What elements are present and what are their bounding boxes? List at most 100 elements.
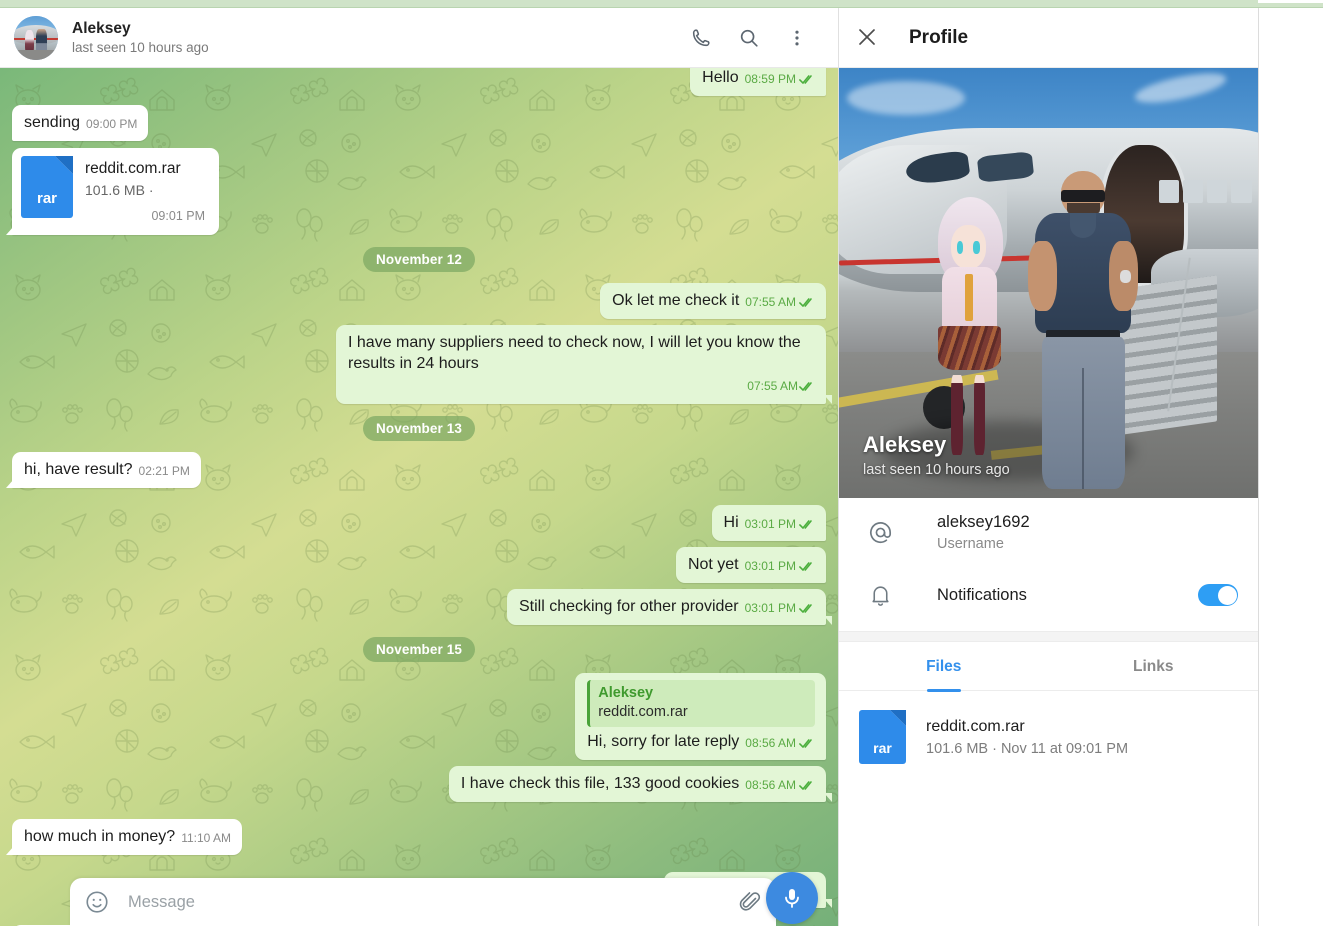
tab-files[interactable]: Files bbox=[839, 642, 1049, 690]
rar-file-icon: rar bbox=[859, 710, 906, 764]
message-row-file[interactable]: rar reddit.com.rar 101.6 MB · 09:01 PM bbox=[6, 148, 826, 235]
chat-column: Aleksey last seen 10 hours ago Hello 08:… bbox=[0, 8, 838, 926]
message-row[interactable]: Hello 08:59 PM bbox=[12, 68, 826, 96]
telegram-window: Aleksey last seen 10 hours ago Hello 08:… bbox=[0, 0, 1323, 926]
message-meta: 09:00 PM bbox=[86, 114, 137, 135]
message-time: 02:21 PM bbox=[138, 464, 190, 478]
read-ticks-icon bbox=[799, 738, 815, 749]
message-row[interactable]: I have check this file, 133 good cookies… bbox=[12, 766, 833, 802]
message-row[interactable]: I have many suppliers need to check now,… bbox=[12, 325, 832, 404]
chat-header-names[interactable]: Aleksey last seen 10 hours ago bbox=[72, 19, 688, 57]
message-time: 03:01 PM bbox=[744, 517, 796, 531]
read-ticks-icon bbox=[799, 561, 815, 572]
message-time: 03:01 PM bbox=[744, 601, 796, 615]
message-text: Hi, sorry for late reply bbox=[587, 733, 740, 750]
search-icon[interactable] bbox=[736, 25, 762, 51]
message-meta: 07:55 AM bbox=[745, 292, 815, 313]
message-text: Ok let me check it bbox=[612, 292, 740, 309]
message-text: hi, have result? bbox=[24, 461, 133, 478]
chat-header-actions bbox=[688, 25, 824, 51]
file-meta: 101.6 MB · Nov 11 at 09:01 PM bbox=[926, 740, 1129, 757]
message-time: 08:56 AM bbox=[745, 736, 796, 750]
message-bubble[interactable]: sending 09:00 PM bbox=[12, 105, 149, 141]
profile-notifications-label: Notifications bbox=[937, 585, 1027, 604]
phone-icon[interactable] bbox=[688, 25, 714, 51]
message-meta: 07:55 AM bbox=[348, 376, 815, 397]
profile-photo[interactable]: Aleksey last seen 10 hours ago bbox=[839, 68, 1258, 498]
message-bubble[interactable]: Ok let me check it 07:55 AM bbox=[600, 283, 826, 319]
message-meta: 03:01 PM bbox=[745, 598, 815, 619]
message-list: Hello 08:59 PM sending 09:00 PM rar redd… bbox=[0, 68, 838, 926]
paperclip-icon[interactable] bbox=[738, 889, 762, 915]
message-text: Hello bbox=[702, 69, 739, 86]
profile-username-row[interactable]: aleksey1692 Username bbox=[839, 498, 1258, 567]
file-list-item[interactable]: rar reddit.com.rar 101.6 MB · Nov 11 at … bbox=[839, 701, 1258, 773]
right-empty-area bbox=[1260, 8, 1323, 926]
notifications-toggle[interactable] bbox=[1198, 584, 1238, 606]
message-row[interactable]: Ok let me check it 07:55 AM bbox=[12, 283, 826, 319]
profile-username-value: aleksey1692 bbox=[937, 513, 1030, 531]
bell-icon bbox=[865, 580, 895, 610]
file-message-bubble[interactable]: rar reddit.com.rar 101.6 MB · 09:01 PM bbox=[6, 148, 219, 235]
profile-name: Aleksey bbox=[863, 432, 947, 457]
message-time: 03:01 PM bbox=[744, 559, 796, 573]
message-time: 09:01 PM bbox=[151, 209, 205, 223]
shared-files-list: rar reddit.com.rar 101.6 MB · Nov 11 at … bbox=[839, 691, 1258, 773]
message-bubble[interactable]: how much in money? 11:10 AM bbox=[6, 819, 242, 855]
at-sign-icon bbox=[865, 518, 895, 548]
profile-status: last seen 10 hours ago bbox=[863, 462, 1010, 478]
message-text: how much in money? bbox=[24, 828, 176, 845]
message-meta: 11:10 AM bbox=[181, 828, 231, 849]
message-bubble[interactable]: hi, have result? 02:21 PM bbox=[6, 452, 201, 488]
read-ticks-icon bbox=[799, 381, 815, 392]
message-board[interactable]: Hello 08:59 PM sending 09:00 PM rar redd… bbox=[0, 68, 838, 926]
date-separator-row: November 15 bbox=[12, 637, 826, 662]
read-ticks-icon bbox=[799, 603, 815, 614]
message-bubble[interactable]: Hi 03:01 PM bbox=[711, 505, 826, 541]
avatar[interactable] bbox=[14, 15, 58, 60]
message-composer[interactable] bbox=[70, 878, 776, 926]
profile-tabs: Files Links bbox=[839, 642, 1258, 691]
more-vertical-icon[interactable] bbox=[784, 25, 810, 51]
date-separator: November 15 bbox=[363, 637, 475, 662]
message-text: I have check this file, 133 good cookies bbox=[460, 775, 740, 792]
rar-file-icon: rar bbox=[21, 156, 73, 218]
message-row[interactable]: Not yet 03:01 PM bbox=[12, 547, 826, 583]
read-ticks-icon bbox=[799, 297, 815, 308]
message-text: sending bbox=[24, 114, 81, 131]
reply-quote[interactable]: Aleksey reddit.com.rar bbox=[587, 680, 815, 727]
message-row-reply[interactable]: Aleksey reddit.com.rar Hi, sorry for lat… bbox=[12, 673, 826, 760]
profile-cover-caption: Aleksey last seen 10 hours ago bbox=[863, 432, 1010, 480]
message-row[interactable]: hi, have result? 02:21 PM bbox=[6, 452, 826, 488]
message-text: Hi bbox=[723, 514, 739, 531]
file-size: 101.6 MB · bbox=[85, 182, 154, 198]
message-row[interactable]: sending 09:00 PM bbox=[12, 105, 826, 141]
message-bubble[interactable]: Still checking for other provider 03:01 P… bbox=[506, 589, 833, 625]
close-icon[interactable] bbox=[855, 25, 881, 51]
message-meta: 08:59 PM bbox=[745, 69, 815, 90]
section-divider bbox=[839, 632, 1258, 642]
message-input[interactable] bbox=[128, 892, 738, 912]
message-bubble[interactable]: Aleksey reddit.com.rar Hi, sorry for lat… bbox=[575, 673, 826, 760]
profile-username-label: Username bbox=[937, 536, 1004, 552]
message-text: Still checking for other provider bbox=[518, 598, 739, 615]
message-text: I have many suppliers need to check now,… bbox=[348, 334, 801, 372]
profile-notifications-row[interactable]: Notifications bbox=[839, 567, 1258, 623]
message-bubble[interactable]: Hello 08:59 PM bbox=[690, 68, 826, 96]
message-bubble[interactable]: I have check this file, 133 good cookies… bbox=[448, 766, 833, 802]
message-row[interactable]: Still checking for other provider 03:01 P… bbox=[12, 589, 833, 625]
tab-links[interactable]: Links bbox=[1049, 642, 1259, 690]
message-meta: 08:56 AM bbox=[745, 733, 815, 754]
message-meta: 03:01 PM bbox=[745, 556, 815, 577]
message-meta: 08:56 AM bbox=[745, 775, 815, 796]
message-bubble[interactable]: Not yet 03:01 PM bbox=[675, 547, 826, 583]
message-bubble[interactable]: I have many suppliers need to check now,… bbox=[336, 325, 832, 404]
message-row[interactable]: how much in money? 11:10 AM bbox=[6, 819, 826, 855]
message-text: Not yet bbox=[687, 556, 739, 573]
chat-title: Aleksey bbox=[72, 19, 131, 37]
profile-title: Profile bbox=[909, 26, 969, 48]
smiley-icon[interactable] bbox=[84, 889, 110, 915]
microphone-icon[interactable] bbox=[766, 872, 818, 924]
message-row[interactable]: Hi 03:01 PM bbox=[12, 505, 826, 541]
chat-subtitle: last seen 10 hours ago bbox=[72, 39, 209, 55]
